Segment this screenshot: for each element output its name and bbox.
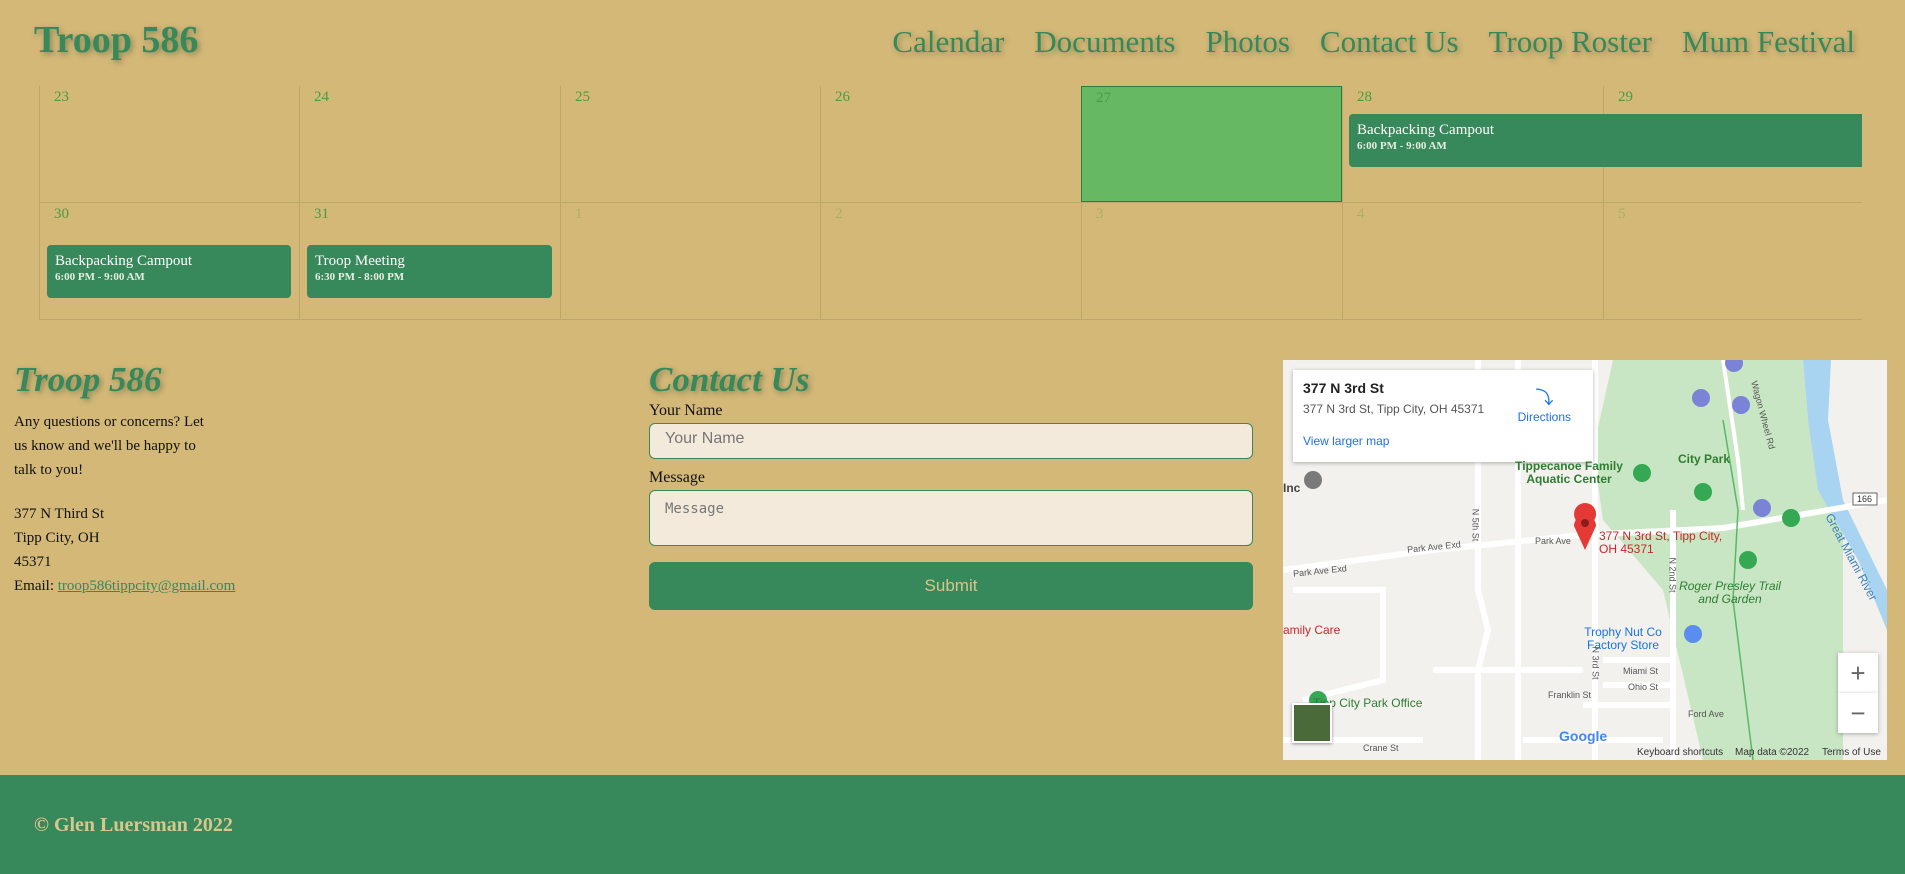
address-line: Tipp City, OH (14, 530, 100, 546)
nav-documents[interactable]: Documents (1034, 24, 1175, 60)
about-intro: Any questions or concerns? Let us know a… (14, 414, 204, 478)
map-label-street: Park Ave (1535, 536, 1571, 546)
directions-icon: ⤵ (1535, 388, 1554, 408)
calendar-week: 30 31 1 2 3 4 5 Backpacking Campout 6:00… (39, 203, 1862, 320)
map-label-aquatic[interactable]: Tippecanoe Family Aquatic Center (1507, 460, 1631, 486)
main-nav: Calendar Documents Photos Contact Us Tro… (892, 24, 1855, 60)
nav-contact-us[interactable]: Contact Us (1320, 24, 1459, 60)
calendar-week: 23 24 25 26 27 28 29 Backpacking Campout… (39, 86, 1862, 203)
event-time: 6:00 PM - 9:00 AM (55, 271, 145, 283)
copyright-text: © Glen Luersman 2022 (34, 814, 233, 836)
site-header: Troop 586 Calendar Documents Photos Cont… (0, 0, 1905, 86)
directions-label: Directions (1517, 410, 1571, 424)
calendar-day[interactable]: 1 (560, 203, 820, 319)
calendar-day[interactable]: 3 (1081, 203, 1342, 319)
submit-button[interactable]: Submit (649, 562, 1253, 610)
calendar: 23 24 25 26 27 28 29 Backpacking Campout… (39, 86, 1862, 320)
about-section: Troop 586 Any questions or concerns? Let… (14, 360, 614, 598)
email-line: Email: troop586tippcity@gmail.com (14, 574, 614, 598)
address-line: 377 N Third St (14, 506, 105, 522)
keyboard-shortcuts-link[interactable]: Keyboard shortcuts (1637, 747, 1723, 758)
site-footer: © Glen Luersman 2022 (0, 775, 1905, 874)
contact-title: Contact Us (649, 360, 810, 399)
zoom-in-button[interactable]: + (1838, 653, 1878, 693)
event-title: Backpacking Campout (1357, 122, 1495, 138)
directions-button[interactable]: ⤵ Directions (1518, 384, 1571, 424)
map-label-trophy[interactable]: Trophy Nut Co Factory Store (1573, 626, 1673, 652)
map-label-street: Franklin St (1548, 690, 1592, 700)
map-label-family-care[interactable]: amily Care (1283, 623, 1340, 637)
nav-photos[interactable]: Photos (1206, 24, 1290, 60)
map-label-street: Ohio St (1628, 682, 1659, 692)
event-time: 6:00 PM - 9:00 AM (1357, 140, 1447, 152)
calendar-day[interactable]: 2 (820, 203, 1081, 319)
map-embed[interactable]: 377 N 3rd St 377 N 3rd St, Tipp City, OH… (1283, 360, 1887, 760)
site-brand[interactable]: Troop 586 (34, 18, 198, 62)
message-label: Message (649, 469, 705, 486)
calendar-day[interactable]: 4 (1342, 203, 1603, 319)
calendar-day[interactable]: 24 (299, 86, 560, 202)
map-label-city-park[interactable]: City Park (1678, 452, 1730, 466)
google-logo: Google (1559, 728, 1608, 744)
address-line: 45371 (14, 554, 52, 570)
about-title: Troop 586 (14, 360, 162, 399)
map-label-street: Ford Ave (1688, 709, 1724, 719)
name-label: Your Name (649, 402, 723, 419)
map-label-street: Crane St (1363, 743, 1399, 753)
message-textarea[interactable]: Message (649, 490, 1253, 546)
calendar-day[interactable]: 26 (820, 86, 1081, 202)
nav-calendar[interactable]: Calendar (892, 24, 1004, 60)
name-input[interactable]: Your Name (649, 423, 1253, 459)
map-label-street: Miami St (1623, 666, 1659, 676)
view-larger-map-link[interactable]: View larger map (1303, 434, 1583, 448)
email-label: Email: (14, 578, 58, 594)
map-info-card: 377 N 3rd St 377 N 3rd St, Tipp City, OH… (1293, 370, 1593, 462)
event-title: Backpacking Campout (55, 253, 193, 269)
map-label-pin[interactable]: 377 N 3rd St, Tipp City, OH 45371 (1599, 530, 1724, 556)
map-label-street: N 3rd St (1590, 646, 1601, 680)
map-label-presley[interactable]: Roger Presley Trail and Garden (1675, 580, 1785, 606)
map-data-text: Map data ©2022 (1735, 747, 1810, 758)
calendar-day[interactable]: 25 (560, 86, 820, 202)
calendar-day[interactable]: 23 (39, 86, 299, 202)
nav-troop-roster[interactable]: Troop Roster (1489, 24, 1652, 60)
calendar-event[interactable]: Troop Meeting 6:30 PM - 8:00 PM (307, 245, 552, 298)
map-label-street: N 2nd St (1667, 557, 1678, 593)
map-label-inc: Inc (1283, 481, 1301, 495)
event-time: 6:30 PM - 8:00 PM (315, 271, 405, 283)
minus-icon: − (1850, 697, 1866, 728)
terms-link[interactable]: Terms of Use (1822, 747, 1881, 758)
plus-icon: + (1850, 657, 1866, 688)
satellite-toggle[interactable] (1292, 703, 1332, 743)
calendar-event[interactable]: Backpacking Campout 6:00 PM - 9:00 AM (1349, 114, 1862, 167)
contact-form: Contact Us Your Name Your Name Message M… (649, 360, 1253, 610)
map-label-route: 166 (1857, 494, 1873, 504)
zoom-out-button[interactable]: − (1838, 693, 1878, 733)
event-title: Troop Meeting (315, 253, 405, 269)
calendar-day[interactable]: 5 (1603, 203, 1862, 319)
map-label-street: N 5th St (1470, 508, 1481, 542)
calendar-day-today[interactable]: 27 (1081, 86, 1342, 202)
email-link[interactable]: troop586tippcity@gmail.com (58, 578, 236, 594)
nav-mum-festival[interactable]: Mum Festival (1682, 24, 1855, 60)
calendar-event[interactable]: Backpacking Campout 6:00 PM - 9:00 AM (47, 245, 291, 298)
